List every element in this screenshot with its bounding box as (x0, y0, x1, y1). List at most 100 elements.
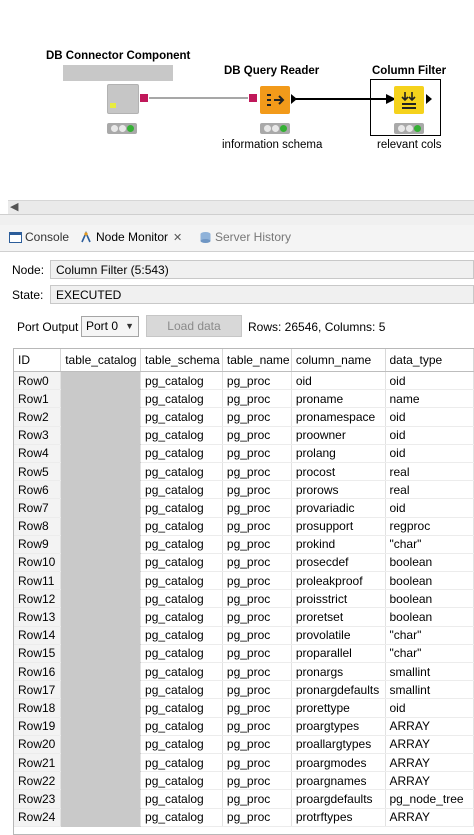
column-header[interactable]: table_name (222, 349, 292, 372)
component-icon[interactable] (107, 84, 139, 114)
table-row[interactable]: Row14 pg_catalog pg_proc provolatile "char" (14, 626, 474, 645)
table-cell: pronargdefaults (291, 680, 386, 700)
node-label: Node: (12, 263, 45, 277)
table-row[interactable]: Row21 pg_catalog pg_proc proargmodes ARRAY (14, 753, 474, 773)
table-cell: pg_catalog (140, 589, 223, 609)
table-outport-icon[interactable] (426, 94, 432, 104)
table-cell: name (385, 389, 474, 409)
server-history-icon (200, 231, 211, 243)
table-cell: pg_catalog (140, 535, 223, 554)
table-cell: pg_catalog (140, 771, 223, 791)
table-row[interactable]: Row23 pg_catalog pg_proc proargdefaults pg_n… (14, 789, 474, 809)
bottom-view-tabs: Console Node Monitor ✕ Server History (0, 225, 474, 252)
table-cell: proisstrict (291, 589, 386, 609)
redacted-cell (60, 462, 142, 482)
redacted-cell (60, 371, 142, 391)
node-annotation-query-reader: information schema (222, 139, 323, 151)
table-row[interactable]: Row1 pg_catalog pg_proc proname name (14, 389, 474, 409)
table-cell: pg_proc (222, 735, 292, 754)
table-row[interactable]: Row12 pg_catalog pg_proc proisstrict boolean (14, 589, 474, 609)
table-row[interactable]: Row19 pg_catalog pg_proc proargtypes ARRAY (14, 717, 474, 736)
table-row[interactable]: Row18 pg_catalog pg_proc prorettype oid (14, 698, 474, 718)
table-cell: procost (291, 462, 386, 482)
db-port-icon[interactable] (140, 94, 148, 102)
table-cell: pg_proc (222, 607, 292, 627)
row-id-cell: Row9 (14, 535, 62, 554)
table-row[interactable]: Row7 pg_catalog pg_proc provariadic oid (14, 498, 474, 518)
table-row[interactable]: Row11 pg_catalog pg_proc proleakproof boolea… (14, 571, 474, 591)
redacted-cell (60, 553, 142, 573)
table-row[interactable]: Row13 pg_catalog pg_proc proretset boolean (14, 607, 474, 627)
tab-server-history[interactable]: Server History (199, 230, 291, 244)
table-row[interactable]: Row4 pg_catalog pg_proc prolang oid (14, 444, 474, 463)
table-cell: pg_catalog (140, 789, 223, 809)
table-cell: pg_catalog (140, 498, 223, 518)
table-cell: proallargtypes (291, 735, 386, 754)
column-header[interactable]: table_schema (140, 349, 223, 372)
table-cell: pg_proc (222, 717, 292, 736)
redacted-cell (60, 480, 142, 500)
table-row[interactable]: Row17 pg_catalog pg_proc pronargdefaults sma… (14, 680, 474, 700)
table-cell: pg_catalog (140, 717, 223, 736)
port-select[interactable]: Port 0 ▼ (81, 316, 139, 337)
table-cell: proargnames (291, 771, 386, 791)
table-cell: proparallel (291, 644, 386, 664)
column-header[interactable]: ID (14, 349, 62, 372)
db-inport-icon (249, 94, 257, 102)
column-header[interactable]: column_name (291, 349, 386, 372)
node-status-icon (107, 123, 137, 134)
table-row[interactable]: Row8 pg_catalog pg_proc prosupport regproc (14, 517, 474, 536)
scroll-left-icon[interactable]: ◀ (10, 201, 18, 214)
reader-glyph-icon (267, 94, 285, 106)
tab-console-label: Console (25, 230, 70, 244)
row-id-cell: Row21 (14, 753, 62, 773)
tab-console[interactable]: Console (9, 230, 69, 244)
table-row[interactable]: Row6 pg_catalog pg_proc prorows real (14, 480, 474, 500)
table-cell: pronargs (291, 662, 386, 682)
tab-node-monitor[interactable]: Node Monitor ✕ (80, 230, 182, 244)
redacted-cell (60, 389, 142, 409)
table-row[interactable]: Row0 pg_catalog pg_proc oid oid (14, 371, 474, 391)
table-cell: ARRAY (385, 717, 474, 736)
data-table[interactable]: ID table_catalog table_schema table_name col… (13, 348, 474, 835)
close-icon[interactable]: ✕ (173, 231, 182, 244)
table-cell: pg_catalog (140, 644, 223, 664)
redacted-cell (60, 698, 142, 718)
table-row[interactable]: Row9 pg_catalog pg_proc prokind "char" (14, 535, 474, 554)
table-row[interactable]: Row2 pg_catalog pg_proc pronamespace oid (14, 407, 474, 427)
table-cell: proowner (291, 426, 386, 445)
table-outport-icon[interactable] (291, 94, 297, 104)
table-cell: pg_catalog (140, 698, 223, 718)
filter-icon[interactable] (394, 86, 424, 114)
table-row[interactable]: Row15 pg_catalog pg_proc proparallel "char" (14, 644, 474, 664)
table-cell: pg_proc (222, 498, 292, 518)
canvas-horizontal-scrollbar[interactable]: ◀ (8, 200, 474, 214)
tab-node-monitor-label: Node Monitor (96, 230, 169, 244)
redacted-cell (60, 607, 142, 627)
table-row[interactable]: Row3 pg_catalog pg_proc proowner oid (14, 426, 474, 445)
table-row[interactable]: Row20 pg_catalog pg_proc proallargtypes ARRA… (14, 735, 474, 754)
table-cell: ARRAY (385, 771, 474, 791)
table-row[interactable]: Row22 pg_catalog pg_proc proargnames ARRAY (14, 771, 474, 791)
column-header[interactable]: table_catalog (60, 349, 142, 372)
redacted-cell (60, 680, 142, 700)
table-row[interactable]: Row10 pg_catalog pg_proc prosecdef boolean (14, 553, 474, 573)
redacted-cell (60, 808, 142, 827)
table-cell: pg_catalog (140, 462, 223, 482)
component-inport-icon (110, 103, 116, 108)
table-cell: pg_catalog (140, 735, 223, 754)
table-cell: pg_catalog (140, 371, 223, 391)
state-field: EXECUTED (50, 285, 474, 304)
table-cell: boolean (385, 571, 474, 591)
table-row[interactable]: Row24 pg_catalog pg_proc protrftypes ARRAY (14, 808, 474, 827)
table-row[interactable]: Row5 pg_catalog pg_proc procost real (14, 462, 474, 482)
load-data-button[interactable]: Load data (146, 315, 242, 337)
table-cell: pg_proc (222, 517, 292, 536)
table-row[interactable]: Row16 pg_catalog pg_proc pronargs smallint (14, 662, 474, 682)
db-reader-icon[interactable] (260, 86, 290, 114)
table-cell: oid (385, 426, 474, 445)
workflow-canvas[interactable]: DB Connector Component DB Query Reader i… (0, 0, 474, 200)
column-header[interactable]: data_type (385, 349, 474, 372)
state-label: State: (12, 288, 44, 302)
table-cell: pg_proc (222, 753, 292, 773)
